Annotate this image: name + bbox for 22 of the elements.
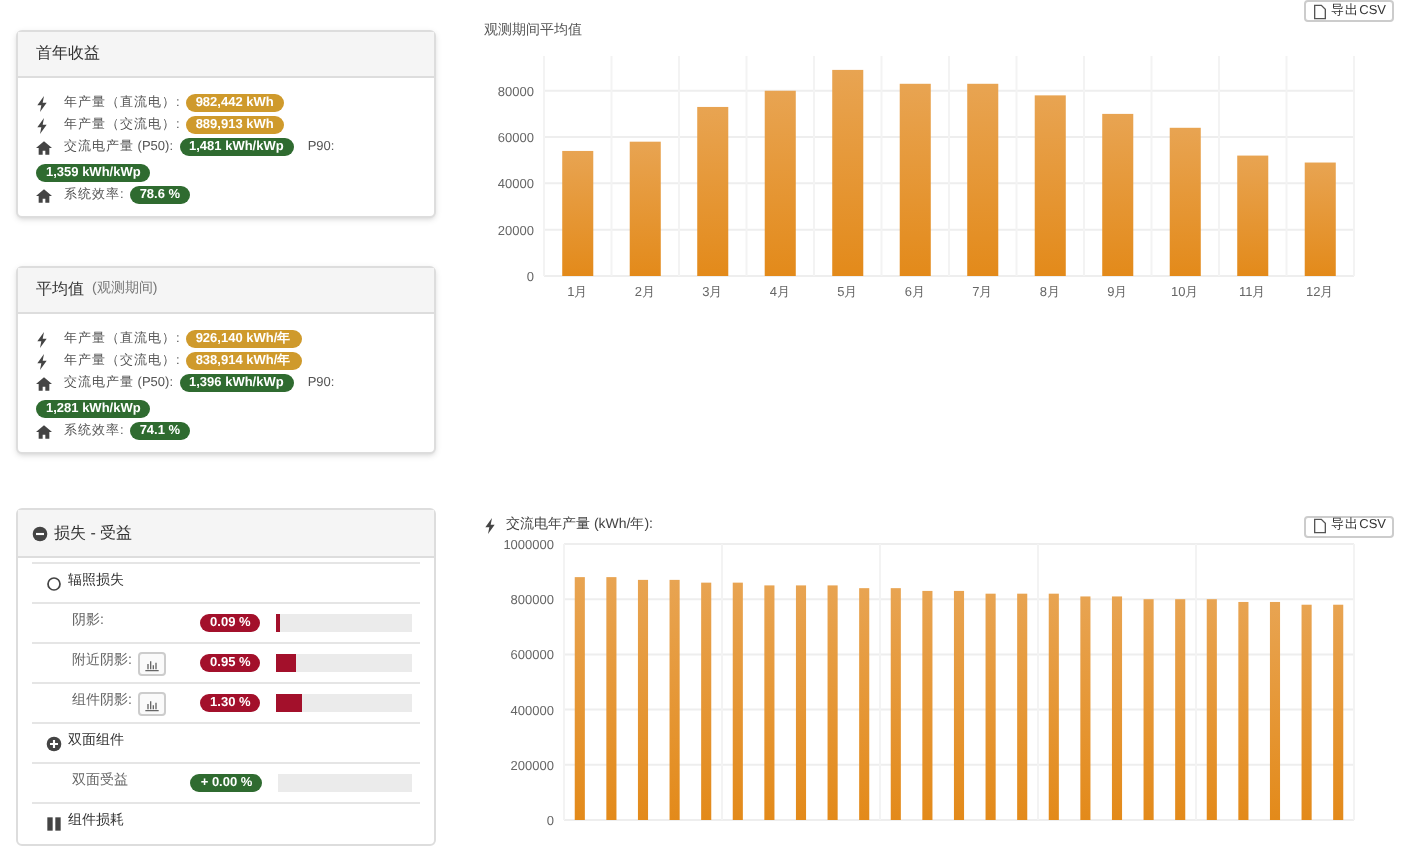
bars-icon — [46, 815, 62, 831]
chart-button[interactable] — [137, 651, 166, 675]
file-icon — [1311, 3, 1328, 19]
card-title: 损失 - 受益 — [54, 521, 133, 545]
chart-icon — [143, 655, 160, 671]
house-icon — [36, 375, 52, 391]
house-icon — [36, 423, 52, 439]
card-title: 首年收益 — [36, 42, 100, 66]
lightning-icon — [484, 518, 500, 534]
chart-button[interactable] — [137, 691, 166, 715]
chart-bar — [1304, 162, 1336, 276]
house-icon — [36, 187, 52, 203]
minus-circle-icon — [32, 525, 48, 541]
chart-bar — [1237, 155, 1269, 276]
circle-icon — [46, 575, 62, 591]
house-icon — [36, 139, 52, 155]
chart-icon — [143, 695, 160, 711]
chart-bar — [562, 150, 594, 276]
plus-circle-icon — [46, 735, 62, 751]
chart-bar — [629, 141, 661, 276]
file-icon — [1311, 518, 1328, 534]
card-title: 平均值 — [36, 278, 84, 302]
